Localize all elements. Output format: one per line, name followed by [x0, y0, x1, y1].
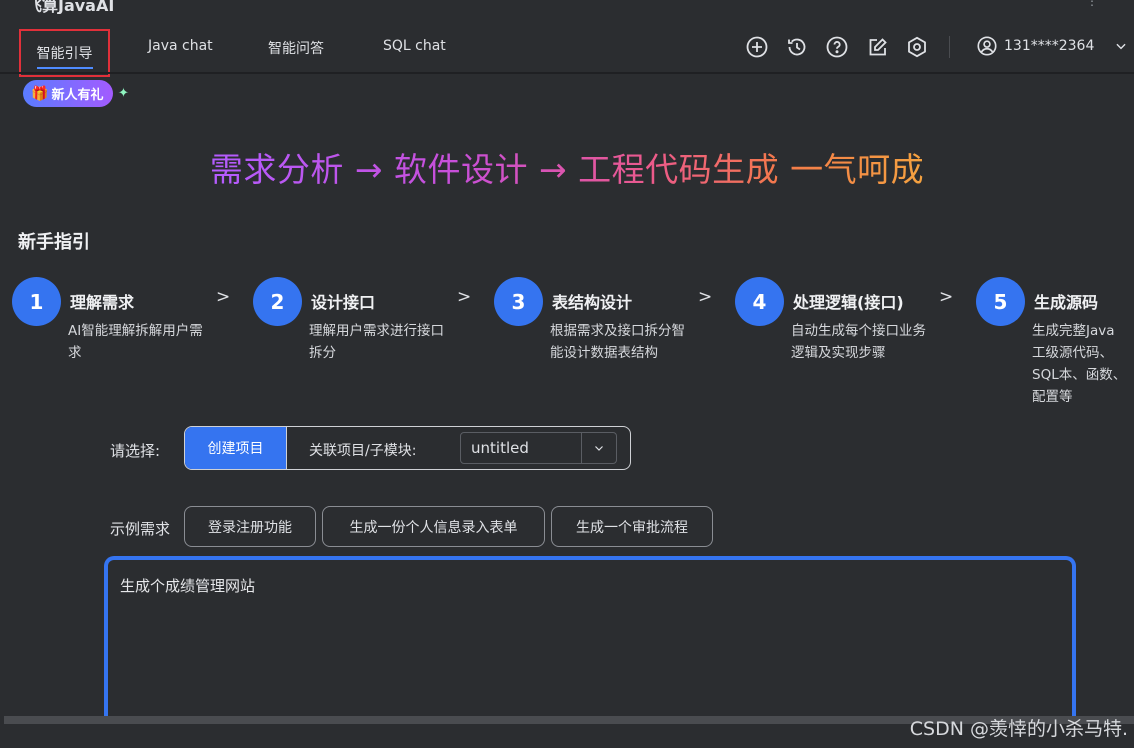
step-title: 生成源码	[1034, 293, 1099, 312]
title-bar: 飞算JavaAI ⋮	[0, 0, 1134, 14]
chevron-down-icon	[1116, 43, 1126, 50]
select-label: 请选择:	[110, 442, 161, 460]
newbie-gift-badge[interactable]: 🎁 新人有礼	[23, 80, 114, 107]
step-number: 3	[494, 277, 543, 326]
step-separator: >	[216, 287, 231, 307]
history-icon[interactable]	[785, 35, 809, 59]
app-title: 飞算JavaAI	[26, 0, 115, 14]
step-separator: >	[698, 287, 713, 307]
module-dropdown[interactable]: untitled	[460, 432, 617, 464]
add-icon[interactable]	[745, 35, 769, 59]
badge-label: 新人有礼	[51, 88, 104, 103]
step-description: 自动生成每个接口业务逻辑及实现步骤	[791, 323, 926, 361]
more-icon[interactable]: ⋮	[1086, 0, 1098, 8]
step-description: 生成完整Java 工级源代码、SQL本、函数、配置等	[1032, 323, 1127, 405]
step-title: 处理逻辑(接口)	[793, 293, 904, 312]
dropdown-value: untitled	[471, 439, 529, 457]
step-number: 4	[735, 277, 784, 326]
nav-divider	[949, 36, 950, 58]
tab-sql-chat[interactable]: SQL chat	[383, 38, 446, 54]
step-description: 根据需求及接口拆分智能设计数据表结构	[550, 323, 685, 361]
gift-icon: 🎁	[31, 85, 49, 102]
step-separator: >	[457, 287, 472, 307]
user-menu[interactable]: 131****2364	[976, 35, 1128, 57]
step-title: 表结构设计	[552, 293, 633, 312]
guide-title: 新手指引	[18, 232, 90, 253]
step-number: 5	[976, 277, 1025, 326]
hero-text: 需求分析 → 软件设计 → 工程代码生成 一气呵成	[209, 150, 925, 189]
requirement-text: 生成个成绩管理网站	[120, 577, 256, 595]
step-title: 设计接口	[311, 293, 376, 312]
sparkle-icon: ✦	[118, 86, 129, 101]
example-chip-login[interactable]: 登录注册功能	[184, 506, 316, 547]
user-phone: 131****2364	[1004, 38, 1095, 54]
step-description: 理解用户需求进行接口拆分	[309, 323, 444, 361]
watermark: CSDN @羡悻的小杀马特.	[909, 718, 1128, 740]
settings-icon[interactable]	[905, 35, 929, 59]
nav-divider-line	[0, 72, 1134, 74]
example-chip-form[interactable]: 生成一份个人信息录入表单	[322, 506, 545, 547]
create-project-button[interactable]: 创建项目	[185, 427, 287, 469]
tab-smart-guide[interactable]: 智能引导	[19, 29, 110, 77]
edit-icon[interactable]	[866, 35, 890, 59]
user-icon	[977, 36, 997, 56]
help-icon[interactable]	[825, 35, 849, 59]
tab-smart-qa[interactable]: 智能问答	[268, 38, 324, 58]
hero-slogan: 需求分析 → 软件设计 → 工程代码生成 一气呵成	[0, 143, 1134, 191]
examples-label: 示例需求	[110, 520, 171, 538]
requirement-input[interactable]: 生成个成绩管理网站	[104, 556, 1076, 736]
chevron-down-icon	[581, 433, 616, 463]
tab-java-chat[interactable]: Java chat	[148, 38, 213, 54]
link-project-label: 关联项目/子模块:	[309, 443, 417, 459]
top-navigation: 智能引导 Java chat 智能问答 SQL chat 131****2364	[0, 22, 1134, 77]
step-title: 理解需求	[70, 293, 135, 312]
step-number: 2	[253, 277, 302, 326]
tab-label: 智能引导	[36, 43, 93, 69]
step-description: AI智能理解拆解用户需求	[68, 323, 203, 361]
step-number: 1	[12, 277, 61, 326]
step-separator: >	[939, 287, 954, 307]
example-chip-approval[interactable]: 生成一个审批流程	[551, 506, 713, 547]
project-selector: 创建项目 关联项目/子模块: untitled	[184, 426, 631, 470]
